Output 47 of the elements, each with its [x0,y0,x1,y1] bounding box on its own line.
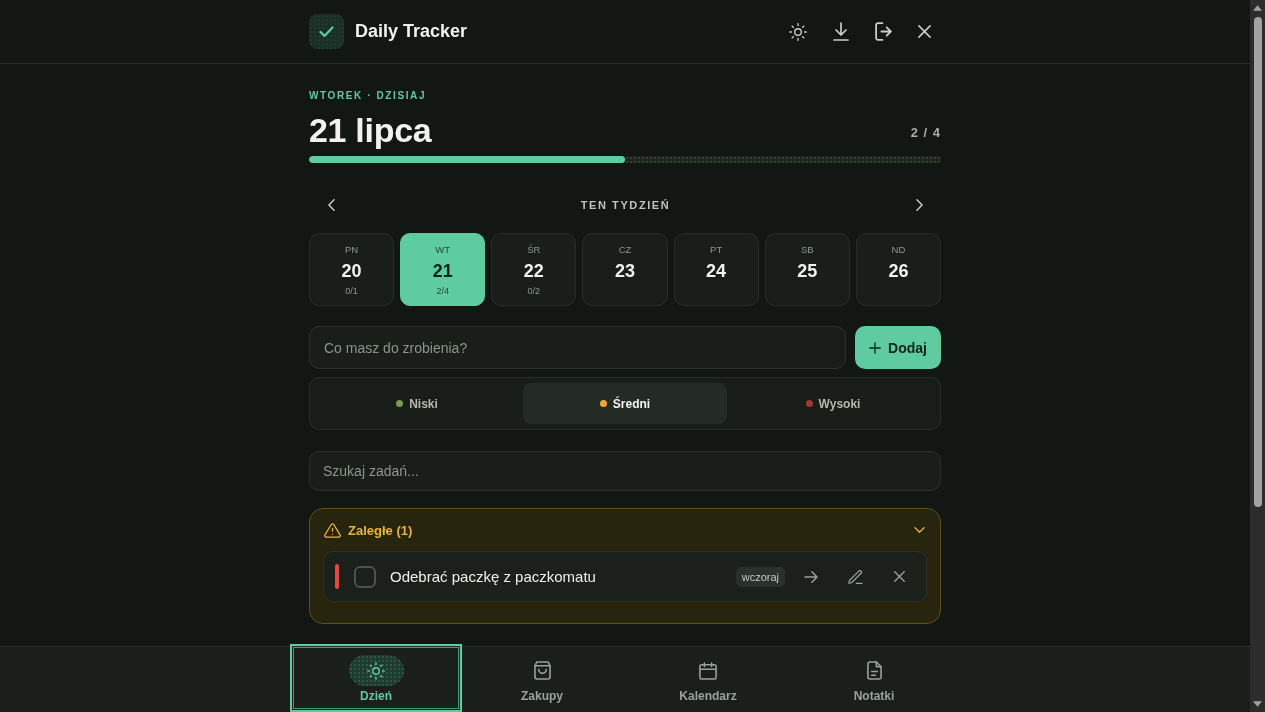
due-tag: wczoraj [735,566,785,587]
chevron-left-icon[interactable] [328,199,335,211]
overdue-title: Zaległe (1) [348,522,414,538]
scroll-down-icon[interactable] [1253,701,1262,707]
task-title: Odebrać paczkę z paczkomatu [390,568,597,585]
nav-tab[interactable]: Zakupy [459,647,625,709]
plus-icon [869,341,882,354]
checkbox[interactable] [354,565,376,588]
nav-tab[interactable]: Dzień [293,647,459,709]
close-icon[interactable] [893,571,905,582]
download-icon[interactable] [833,22,849,41]
scroll-up-icon[interactable] [1253,5,1262,11]
date-heading: 21 lipca [309,110,432,150]
logo-icon [309,14,344,49]
pencil-icon[interactable] [847,569,863,584]
day-card[interactable]: SB 25 [764,233,850,306]
calendar-icon [699,661,717,680]
document-icon [866,661,882,680]
chevron-down-icon[interactable] [914,527,925,533]
bag-icon [533,661,551,680]
day-card[interactable]: WT 21 2/4 [400,233,486,306]
priority-option[interactable]: Średni [523,383,727,424]
scrollbar[interactable] [1250,0,1265,712]
day-card[interactable]: PT 24 [673,233,759,306]
chevron-right-icon[interactable] [916,199,923,211]
warning-icon [324,522,341,538]
add-button[interactable]: Dodaj [855,326,941,369]
arrow-right-icon[interactable] [804,570,818,583]
task-input[interactable]: Co masz do zrobienia? [309,326,846,369]
app-title: Daily Tracker [355,21,469,42]
logout-icon[interactable] [875,22,892,41]
priority-option[interactable]: Niski [315,383,519,424]
day-label: WTOREK · DZISIAJ [309,90,428,102]
scrollbar-thumb[interactable] [1253,17,1262,507]
priority-option[interactable]: Wysoki [731,383,935,424]
search-field[interactable]: Szukaj zadań... [309,451,941,491]
progress-count: 2 / 4 [910,124,941,140]
week-label: TEN TYDZIEŃ [580,199,671,211]
close-icon[interactable] [918,25,931,38]
nav-tab[interactable]: Notatki [791,647,957,709]
day-card[interactable]: ŚR 22 0/2 [491,233,577,306]
nav-tab[interactable]: Kalendarz [625,647,791,709]
day-card[interactable]: PN 20 0/1 [309,233,395,306]
day-card[interactable]: ND 26 [855,233,941,306]
day-card[interactable]: CZ 23 [582,233,668,306]
sun-icon [348,655,404,686]
sun-icon[interactable] [789,22,807,41]
